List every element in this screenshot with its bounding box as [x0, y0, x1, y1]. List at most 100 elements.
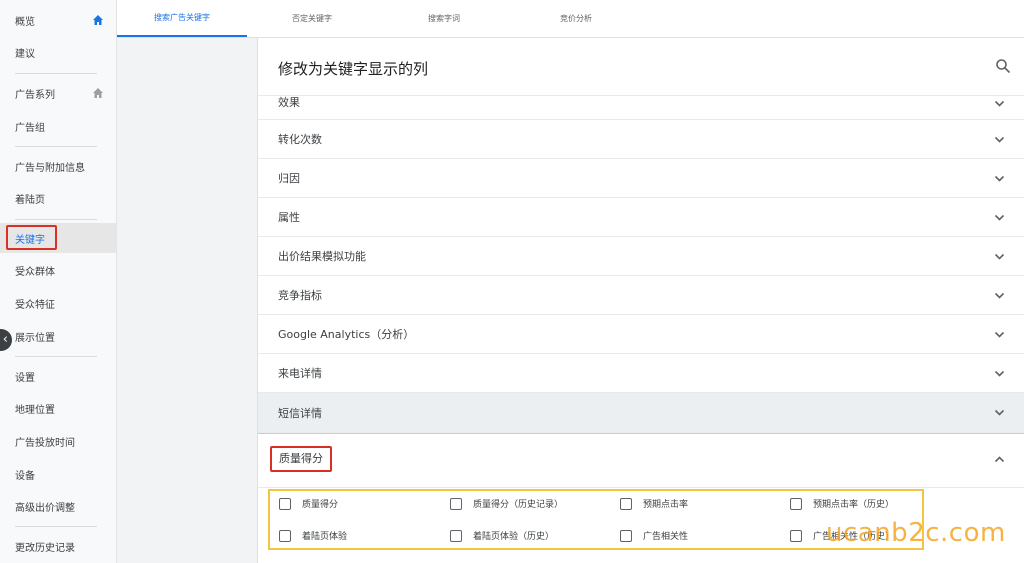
- sidebar-item-label: 设备: [15, 470, 35, 482]
- chevron-down-icon: [994, 292, 1005, 299]
- sidebar-item-change-history[interactable]: 更改历史记录: [0, 531, 116, 561]
- option-ad-relevance[interactable]: 广告相关性: [620, 529, 688, 542]
- checkbox[interactable]: [620, 529, 632, 542]
- checkbox[interactable]: [790, 529, 802, 542]
- chevron-down-icon: [994, 214, 1005, 221]
- chevron-down-icon: [994, 175, 1005, 182]
- tab-search-terms[interactable]: 搜索字词: [389, 0, 499, 37]
- sidebar-item-recommendations[interactable]: 建议: [0, 37, 116, 67]
- chevron-down-icon: [994, 100, 1005, 107]
- sidebar-item-label: 高级出价调整: [15, 502, 75, 514]
- checkbox[interactable]: [620, 497, 632, 510]
- option-landing-page-exp[interactable]: 着陆页体验: [279, 529, 347, 542]
- section-attribution[interactable]: 归因: [258, 159, 1024, 198]
- option-label: 着陆页体验: [302, 532, 348, 542]
- section-label: 竞争指标: [278, 289, 322, 302]
- quality-score-title: 质量得分: [270, 446, 332, 472]
- checkbox[interactable]: [279, 529, 291, 542]
- content-background: [117, 38, 257, 563]
- home-icon[interactable]: [92, 87, 104, 99]
- sidebar-item-label: 广告与附加信息: [15, 162, 85, 174]
- panel-header: 修改为关键字显示的列: [258, 38, 1024, 96]
- option-label: 质量得分（历史记录）: [473, 500, 564, 510]
- divider: [15, 356, 97, 357]
- section-competitive-metrics[interactable]: 竞争指标: [258, 276, 1024, 315]
- sidebar-item-label: 展示位置: [15, 332, 55, 344]
- section-label: 效果: [278, 96, 300, 109]
- sidebar-item-label: 着陆页: [15, 194, 45, 206]
- option-expected-ctr[interactable]: 预期点击率: [620, 497, 688, 510]
- section-performance[interactable]: 效果: [258, 96, 1024, 120]
- chevron-down-icon: [994, 409, 1005, 416]
- tab-auction-insights[interactable]: 竞价分析: [521, 0, 631, 37]
- sidebar-item-label: 受众特征: [15, 299, 55, 311]
- section-label: 转化次数: [278, 133, 322, 146]
- modify-columns-panel: 修改为关键字显示的列 效果 转化次数 归因 属性 出价结果模拟功能 竞争指标 G…: [257, 38, 1024, 563]
- option-expected-ctr-hist[interactable]: 预期点击率（历史）: [790, 497, 894, 510]
- option-label: 着陆页体验（历史）: [473, 532, 555, 542]
- checkbox[interactable]: [450, 529, 462, 542]
- sidebar-item-campaigns[interactable]: 广告系列: [0, 78, 116, 108]
- search-icon[interactable]: [995, 58, 1011, 74]
- tab-search-keywords[interactable]: 搜索广告关键字: [117, 0, 247, 37]
- checkbox[interactable]: [279, 497, 291, 510]
- tab-label: 搜索字词: [428, 14, 460, 23]
- sidebar-item-label: 受众群体: [15, 266, 55, 278]
- option-label: 广告相关性: [643, 532, 689, 542]
- chevron-left-icon: ‹: [2, 332, 8, 347]
- watermark: ucanb2c.com: [826, 518, 1006, 548]
- sidebar-item-label: 建议: [15, 48, 35, 60]
- section-conversions[interactable]: 转化次数: [258, 120, 1024, 159]
- sidebar-item-label: 广告系列: [15, 89, 55, 101]
- sidebar-item-label: 广告投放时间: [15, 437, 75, 449]
- sidebar-nav: 概览 建议 广告系列 广告组 广告与附加信息 着陆页 关键字 受众群体 受众特征…: [0, 0, 117, 563]
- sidebar-item-demographics[interactable]: 受众特征: [0, 288, 116, 318]
- tab-negative-keywords[interactable]: 否定关键字: [257, 0, 367, 37]
- sidebar-item-label: 概览: [15, 16, 35, 28]
- tab-label: 搜索广告关键字: [154, 13, 210, 22]
- sidebar-item-label: 地理位置: [15, 404, 55, 416]
- sidebar-item-label: 更改历史记录: [15, 542, 75, 554]
- option-label: 预期点击率: [643, 500, 689, 510]
- sidebar-item-settings[interactable]: 设置: [0, 361, 116, 391]
- sidebar-item-label: 广告组: [15, 122, 45, 134]
- sidebar-item-advanced-bid-adj[interactable]: 高级出价调整: [0, 491, 116, 521]
- section-call-details[interactable]: 来电详情: [258, 354, 1024, 393]
- section-message-details[interactable]: 短信详情: [258, 393, 1024, 433]
- section-label: 属性: [278, 211, 300, 224]
- section-google-analytics[interactable]: Google Analytics（分析）: [258, 315, 1024, 354]
- section-label: 出价结果模拟功能: [278, 250, 366, 263]
- option-label: 预期点击率（历史）: [813, 500, 895, 510]
- sidebar-item-ad-schedule[interactable]: 广告投放时间: [0, 426, 116, 456]
- divider: [15, 146, 97, 147]
- tab-bar: 搜索广告关键字 否定关键字 搜索字词 竞价分析: [117, 0, 1024, 38]
- section-attributes[interactable]: 属性: [258, 198, 1024, 237]
- sidebar-item-ads-extensions[interactable]: 广告与附加信息: [0, 151, 116, 181]
- sidebar-item-label: 设置: [15, 372, 35, 384]
- checkbox[interactable]: [790, 497, 802, 510]
- section-bid-simulator[interactable]: 出价结果模拟功能: [258, 237, 1024, 276]
- section-quality-score[interactable]: 质量得分: [258, 433, 1024, 488]
- sidebar-item-locations[interactable]: 地理位置: [0, 393, 116, 423]
- option-landing-page-exp-hist[interactable]: 着陆页体验（历史）: [450, 529, 554, 542]
- sidebar-item-devices[interactable]: 设备: [0, 459, 116, 489]
- option-quality-score[interactable]: 质量得分: [279, 497, 338, 510]
- sidebar-item-ad-groups[interactable]: 广告组: [0, 111, 116, 141]
- tab-label: 否定关键字: [292, 14, 332, 23]
- app-window: 概览 建议 广告系列 广告组 广告与附加信息 着陆页 关键字 受众群体 受众特征…: [0, 0, 1024, 563]
- checkbox[interactable]: [450, 497, 462, 510]
- chevron-down-icon: [994, 136, 1005, 143]
- sidebar-item-audiences[interactable]: 受众群体: [0, 255, 116, 285]
- divider: [15, 219, 97, 220]
- sidebar-item-overview[interactable]: 概览: [0, 5, 116, 35]
- home-icon[interactable]: [92, 14, 104, 26]
- divider: [15, 526, 97, 527]
- sidebar-item-landing-pages[interactable]: 着陆页: [0, 183, 116, 213]
- option-quality-score-hist[interactable]: 质量得分（历史记录）: [450, 497, 563, 510]
- sidebar-item-placements[interactable]: 展示位置: [0, 321, 116, 351]
- divider: [15, 73, 97, 74]
- tab-label: 竞价分析: [560, 14, 592, 23]
- section-label: 短信详情: [278, 406, 322, 420]
- chevron-up-icon[interactable]: [994, 454, 1005, 465]
- chevron-down-icon: [994, 370, 1005, 377]
